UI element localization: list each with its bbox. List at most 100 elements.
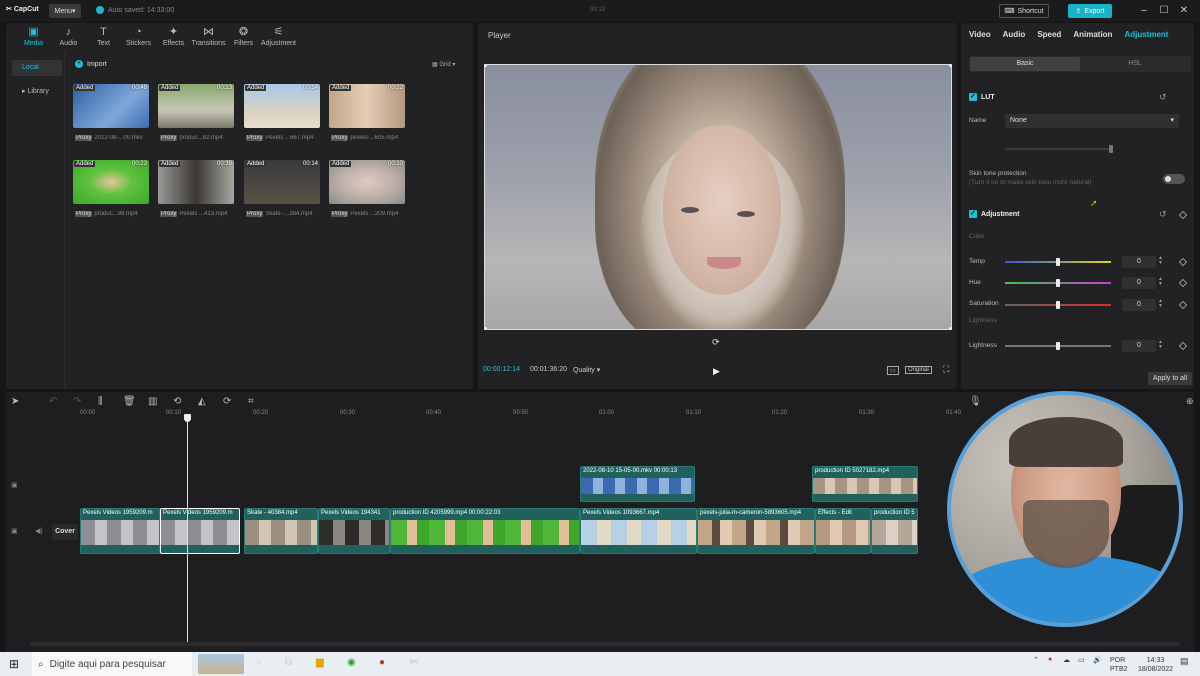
app-icon[interactable]: ● [379, 657, 385, 668]
timeline-scrollbar[interactable] [30, 642, 1180, 646]
temp-stepper[interactable]: ▲ ▼ [1158, 256, 1163, 266]
main-clip[interactable]: Pexels Videos 1093667.mp4 [580, 508, 697, 554]
split-icon[interactable]: ⫼ [98, 396, 103, 407]
media-thumb-8[interactable]: Added 00:10 [329, 160, 405, 204]
tray-network-icon[interactable]: ▭ [1078, 656, 1085, 664]
zoom-in-icon[interactable]: ⊕ [1186, 396, 1194, 407]
main-clip[interactable]: production ID 5 [871, 508, 918, 554]
media-thumb-7[interactable]: Added 00:14 [244, 160, 320, 204]
capcut-taskbar-icon[interactable]: ✂ [410, 657, 418, 668]
audio-mute-icon[interactable]: ◀) [35, 527, 43, 535]
crop-handle[interactable] [949, 327, 951, 329]
windows-start-icon[interactable]: ⊞ [9, 657, 19, 671]
temp-slider[interactable] [1005, 258, 1111, 266]
main-clip[interactable]: Pexels Videos 194341 [318, 508, 390, 554]
tab-adjustment[interactable]: ⚟ Adjustment [261, 23, 296, 51]
clock[interactable]: 14:33 18/08/2022 [1138, 656, 1173, 674]
freeze-icon[interactable]: ▥ [148, 396, 157, 407]
hue-value[interactable]: 0 [1122, 277, 1156, 289]
subtab-basic[interactable]: Basic [970, 57, 1080, 71]
overlay-clip[interactable]: 2022-08-10 15-05-00.mkv 00:00:13 [580, 466, 695, 502]
tab-audio-inspector[interactable]: Audio [1003, 30, 1026, 39]
saturation-stepper[interactable]: ▲ ▼ [1158, 299, 1163, 309]
main-clip[interactable]: pexels-julia-m-cameron-5893605.mp4 [697, 508, 815, 554]
media-thumb-4[interactable]: Added 00:22 [329, 84, 405, 128]
mirror-icon[interactable]: ◭ [198, 396, 206, 407]
playhead[interactable] [187, 414, 188, 642]
taskbar-search[interactable]: ⌕ Digite aqui para pesquisar [32, 652, 192, 676]
tab-effects[interactable]: ✦ Effects [156, 23, 191, 51]
rotate-icon[interactable]: ⟳ [712, 337, 720, 348]
lightness-stepper[interactable]: ▲ ▼ [1158, 340, 1163, 350]
crop-icon[interactable]: ⌗ [248, 396, 254, 407]
ratio-button[interactable]: Original [905, 366, 932, 374]
shortcut-button[interactable]: ⌨ Shortcut [999, 4, 1049, 18]
sidebar-item-local[interactable]: Local [12, 60, 62, 76]
cortana-icon[interactable]: ○ [256, 657, 262, 668]
lut-name-select[interactable]: None ▾ [1005, 114, 1179, 128]
redo-icon[interactable]: ↷ [73, 396, 81, 407]
export-button[interactable]: ⇪ Export [1068, 4, 1112, 18]
select-tool-icon[interactable]: ➤ [11, 396, 19, 407]
tab-video[interactable]: Video [969, 30, 991, 39]
media-thumb-1[interactable]: Added 00:48 [73, 84, 149, 128]
main-clip[interactable]: production ID 4205999.mp4 00:00:22:03 [390, 508, 580, 554]
tab-filters[interactable]: ❂ Filters [226, 23, 261, 51]
keyboard-layout[interactable]: POR PTB2 [1110, 656, 1128, 674]
reset-icon[interactable]: ↺ [1159, 92, 1167, 103]
sidebar-item-library[interactable]: ▸ Library [12, 84, 62, 100]
overlay-clip[interactable]: production ID 5027182.mp4 [812, 466, 918, 502]
tab-transitions[interactable]: ⋈ Transitions [191, 23, 226, 51]
lightness-slider[interactable] [1005, 342, 1111, 350]
play-icon[interactable]: ▶ [713, 366, 720, 377]
cover-button[interactable]: Cover [52, 524, 78, 540]
view-toggle[interactable]: ▦ Grid ▾ [432, 61, 455, 68]
crop-handle[interactable] [485, 327, 487, 329]
tab-stickers[interactable]: ◔ Stickers [121, 23, 156, 51]
main-clip[interactable]: Skate - 40384.mp4 [244, 508, 318, 554]
saturation-value[interactable]: 0 [1122, 299, 1156, 311]
fullscreen-icon[interactable]: ⛶ [943, 364, 949, 375]
tray-app-icon[interactable]: ● [1048, 656, 1052, 663]
hue-slider[interactable] [1005, 279, 1111, 287]
notifications-icon[interactable]: ▤ [1180, 656, 1189, 667]
tab-audio[interactable]: ♪ Audio [51, 23, 86, 51]
playhead-handle[interactable] [184, 414, 191, 422]
reverse-icon[interactable]: ⟲ [173, 396, 181, 407]
lightness-value[interactable]: 0 [1122, 340, 1156, 352]
apply-to-all-button[interactable]: Apply to all [1148, 372, 1192, 385]
chrome-icon[interactable]: ◉ [347, 657, 356, 668]
rotate-clip-icon[interactable]: ⟳ [223, 396, 231, 407]
import-button[interactable]: + Import [75, 60, 107, 68]
tray-volume-icon[interactable]: 🔊 [1093, 656, 1102, 664]
tray-chevron-icon[interactable]: ⌃ [1033, 656, 1039, 664]
subtab-hsl[interactable]: HSL [1080, 57, 1190, 71]
reset-icon[interactable]: ↺ [1159, 209, 1167, 220]
tab-media[interactable]: ▣ Media [16, 23, 51, 51]
maximize-icon[interactable]: ☐ [1156, 4, 1172, 18]
main-clip[interactable]: Pexels Videos 1959209.m [80, 508, 160, 554]
temp-value[interactable]: 0 [1122, 256, 1156, 268]
task-view-icon[interactable]: ⧉ [285, 657, 292, 668]
tray-cloud-icon[interactable]: ☁ [1063, 656, 1070, 664]
menu-button[interactable]: Menu ▾ [49, 4, 81, 18]
effects-clip[interactable]: Effects - Edit [815, 508, 871, 554]
close-icon[interactable]: ✕ [1176, 4, 1192, 18]
quality-dropdown[interactable]: Quality ▾ [573, 366, 600, 374]
aspect-icon[interactable]: ▭ [887, 366, 899, 375]
file-explorer-icon[interactable]: ▆ [316, 657, 324, 668]
hue-stepper[interactable]: ▲ ▼ [1158, 277, 1163, 287]
media-thumb-5[interactable]: Added 00:23 [73, 160, 149, 204]
media-thumb-2[interactable]: Added 00:13 [158, 84, 234, 128]
video-preview[interactable] [484, 64, 952, 330]
crop-handle[interactable] [485, 65, 487, 67]
crop-handle[interactable] [949, 65, 951, 67]
undo-icon[interactable]: ↶ [49, 396, 57, 407]
lut-checkbox[interactable]: ✓ [969, 93, 977, 101]
saturation-slider[interactable] [1005, 301, 1111, 309]
skin-tone-toggle[interactable] [1163, 174, 1185, 184]
tab-animation[interactable]: Animation [1073, 30, 1112, 39]
main-clip-selected[interactable]: Pexels Videos 1959209.m [160, 508, 240, 554]
media-thumb-3[interactable]: Added 00:14 [244, 84, 320, 128]
adjustment-checkbox[interactable]: ✓ [969, 210, 977, 218]
